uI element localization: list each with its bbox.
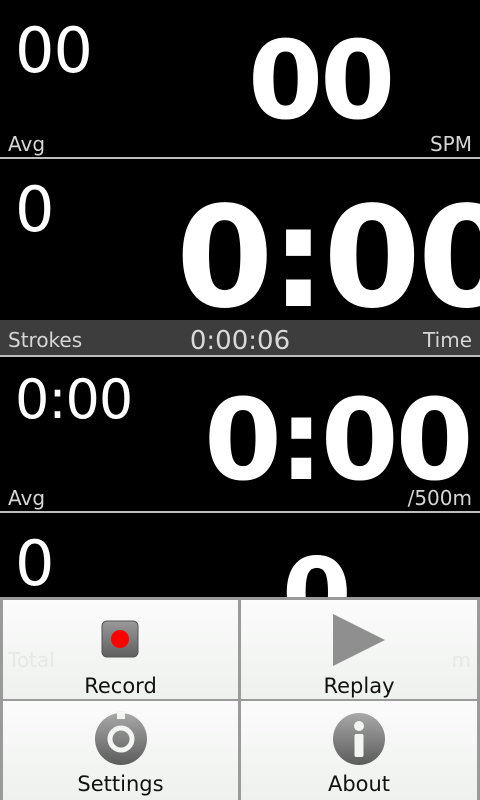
distance-unit-label: m: [451, 648, 471, 672]
split-avg-label: Avg: [8, 486, 46, 510]
stroke-rate-unit-label: SPM: [429, 132, 472, 156]
play-icon: [333, 614, 385, 666]
avg-stroke-rate-value: 00: [15, 14, 93, 87]
replay-label: Replay: [323, 674, 395, 698]
about-label: About: [327, 772, 391, 796]
elapsed-timer: 0:00:06: [189, 326, 291, 356]
record-icon: [101, 620, 139, 658]
record-label: Record: [84, 674, 157, 698]
split-value: 0:00: [204, 376, 474, 506]
distance-total-label: Total: [8, 648, 55, 672]
time-panel: 0 0:00: [0, 159, 480, 320]
split-panel: 0:00 0:00 Avg /500m: [0, 357, 480, 511]
record-menu-item[interactable]: Total Record: [3, 600, 238, 699]
time-label: Time: [423, 328, 472, 352]
distance-value: 0: [282, 536, 352, 598]
total-distance-value: 0: [15, 527, 54, 597]
info-icon: [333, 713, 385, 765]
avg-split-value: 0:00: [15, 368, 133, 431]
replay-menu-item[interactable]: m Replay: [241, 600, 477, 699]
strokes-count-value: 0: [15, 173, 54, 246]
stroke-rate-avg-label: Avg: [8, 132, 46, 156]
settings-label: Settings: [77, 772, 164, 796]
settings-menu-item[interactable]: Settings: [3, 701, 238, 800]
gear-icon: [95, 711, 147, 765]
about-menu-item[interactable]: About: [241, 701, 477, 800]
status-bar: Strokes 0:00:06 Time: [0, 320, 480, 356]
time-value: 0:00: [176, 177, 480, 321]
stroke-rate-value: 00: [248, 19, 395, 144]
options-menu: Total Record m Replay Settings About: [0, 597, 480, 800]
stroke-rate-panel: 00 00 Avg SPM: [0, 0, 480, 157]
split-unit-label: /500m: [407, 486, 472, 510]
distance-panel: 0 0: [0, 513, 480, 597]
